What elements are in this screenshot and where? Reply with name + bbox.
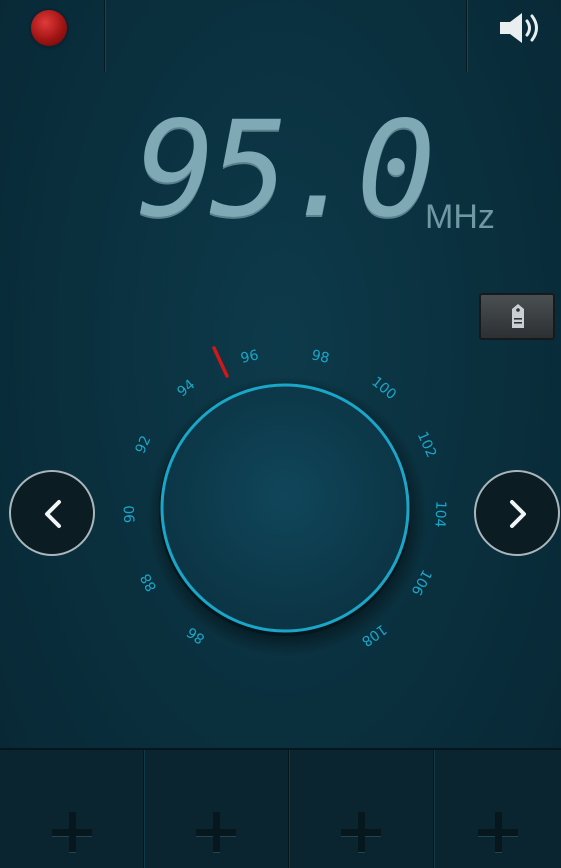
speaker-icon bbox=[500, 13, 538, 43]
next-station-button[interactable] bbox=[474, 470, 560, 556]
dial-scale-label: 102 bbox=[414, 429, 440, 460]
add-icon bbox=[341, 812, 381, 852]
dial-scale-label: 94 bbox=[174, 377, 198, 401]
dial-scale-label: 104 bbox=[431, 500, 448, 527]
favorite-button[interactable] bbox=[479, 293, 555, 340]
dial-scale-label: 100 bbox=[368, 374, 399, 403]
frequency-unit: MHz bbox=[425, 198, 495, 236]
chevron-left-icon bbox=[45, 500, 61, 528]
chevron-right-icon bbox=[510, 500, 526, 528]
dial-scale-label: 86 bbox=[184, 623, 208, 646]
preset-slot-2[interactable] bbox=[144, 750, 288, 868]
prev-station-button[interactable] bbox=[9, 470, 95, 556]
preset-slot-3[interactable] bbox=[289, 750, 433, 868]
add-icon bbox=[196, 812, 236, 852]
dial-scale-label: 98 bbox=[310, 347, 331, 367]
topbar-divider bbox=[466, 0, 467, 72]
record-button[interactable] bbox=[31, 10, 67, 46]
dial-scale-label: 106 bbox=[408, 567, 435, 598]
frequency-display: 95.0 bbox=[136, 93, 436, 247]
add-icon bbox=[477, 812, 518, 852]
preset-slot-1[interactable] bbox=[0, 750, 143, 868]
dial-scale-label: 96 bbox=[239, 347, 260, 367]
dial-scale-label: 108 bbox=[358, 621, 389, 649]
preset-bar bbox=[0, 748, 561, 868]
add-icon bbox=[51, 812, 92, 852]
top-bar bbox=[0, 0, 561, 72]
dial-scale-label: 88 bbox=[138, 571, 161, 594]
topbar-divider bbox=[104, 0, 105, 72]
tag-icon bbox=[512, 304, 524, 328]
preset-slot-4[interactable] bbox=[434, 750, 561, 868]
tuning-knob[interactable] bbox=[160, 383, 410, 633]
dial-scale-label: 92 bbox=[133, 433, 155, 456]
dial-scale-label: 90 bbox=[122, 505, 139, 523]
frequency-needle bbox=[212, 346, 229, 378]
volume-button[interactable] bbox=[496, 10, 548, 46]
